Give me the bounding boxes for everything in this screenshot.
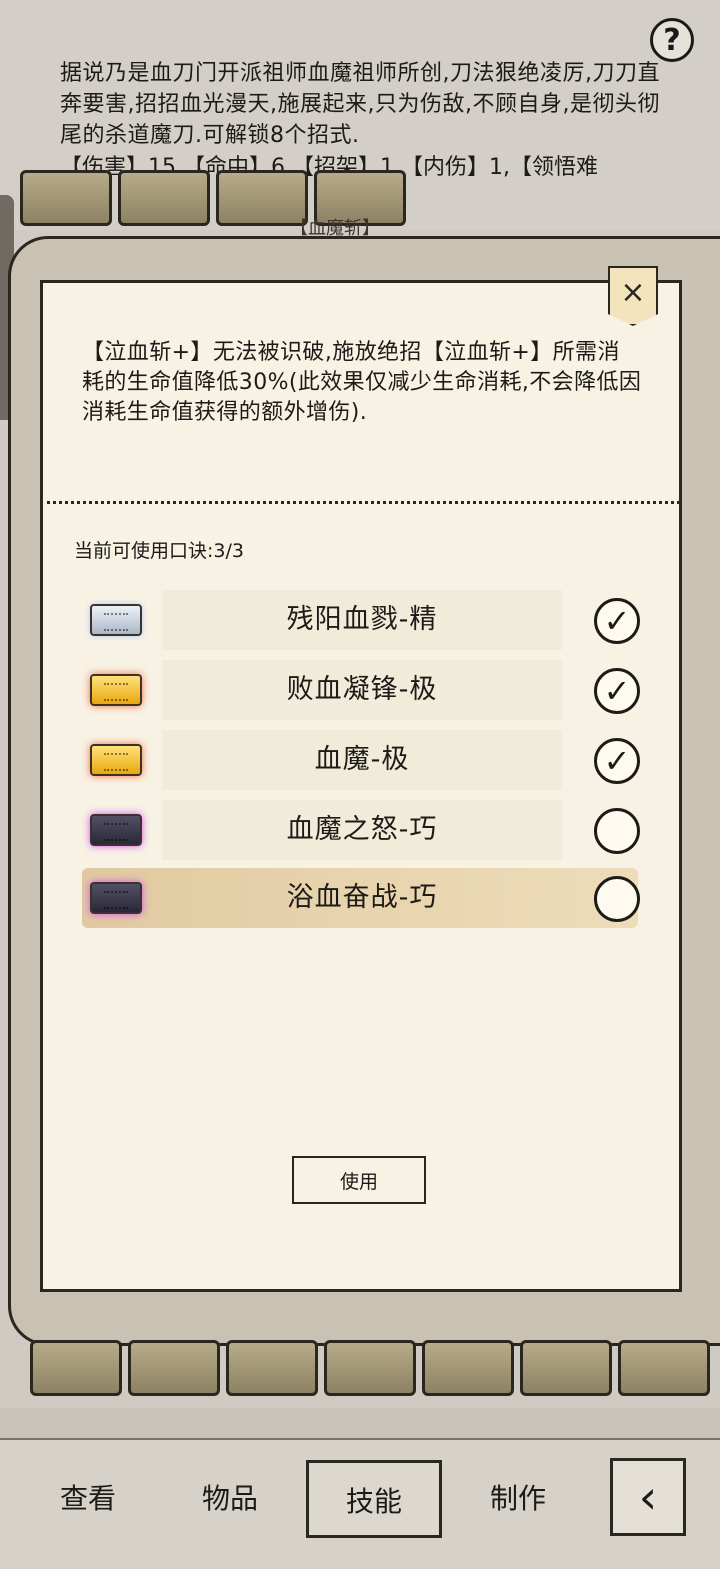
effect-description: 【泣血斩+】无法被识破,施放绝招【泣血斩+】所需消耗的生命值降低30%(此效果仅… bbox=[82, 340, 642, 425]
nav-skills[interactable]: 技能 bbox=[306, 1460, 442, 1538]
mantra-row[interactable]: 血魔之怒-巧 bbox=[82, 800, 642, 860]
divider bbox=[40, 501, 680, 504]
scroll-silver-icon bbox=[90, 604, 142, 636]
scroll-gold-icon bbox=[90, 674, 142, 706]
checkbox[interactable]: ✓ bbox=[594, 668, 640, 714]
mantra-name: 血魔-极 bbox=[314, 744, 410, 775]
checkbox[interactable] bbox=[594, 876, 640, 922]
help-button[interactable]: ? bbox=[650, 18, 694, 62]
checkbox[interactable]: ✓ bbox=[594, 738, 640, 784]
checkbox[interactable]: ✓ bbox=[594, 598, 640, 644]
scroll-purple-icon bbox=[90, 882, 142, 914]
nav-view[interactable]: 查看 bbox=[48, 1460, 128, 1538]
mantra-row-selected[interactable]: 浴血奋战-巧 bbox=[82, 868, 642, 928]
bottom-decoration bbox=[0, 1408, 720, 1438]
scroll-bottom-books bbox=[30, 1340, 710, 1396]
back-arrow-icon[interactable]: ‹ bbox=[610, 1458, 686, 1536]
mantra-name: 血魔之怒-巧 bbox=[286, 814, 438, 845]
mantra-name: 败血凝锋-极 bbox=[286, 674, 438, 705]
uses-remaining: 当前可使用口诀:3/3 bbox=[74, 540, 244, 562]
checkbox[interactable] bbox=[594, 808, 640, 854]
use-button[interactable]: 使用 bbox=[292, 1156, 426, 1204]
mantra-row[interactable]: 血魔-极 ✓ bbox=[82, 730, 642, 790]
mantra-row[interactable]: 残阳血戮-精 ✓ bbox=[82, 590, 642, 650]
scroll-gold-icon bbox=[90, 744, 142, 776]
scroll-purple-icon bbox=[90, 814, 142, 846]
mantra-name: 浴血奋战-巧 bbox=[286, 882, 438, 913]
nav-items[interactable]: 物品 bbox=[190, 1460, 270, 1538]
martial-art-description: 据说乃是血刀门开派祖师血魔祖师所创,刀法狠绝凌厉,刀刀直奔要害,招招血光漫天,施… bbox=[60, 61, 660, 148]
nav-craft[interactable]: 制作 bbox=[478, 1460, 558, 1538]
mantra-name: 残阳血戮-精 bbox=[286, 604, 438, 635]
close-button[interactable]: × bbox=[608, 266, 658, 326]
mantra-row[interactable]: 败血凝锋-极 ✓ bbox=[82, 660, 642, 720]
